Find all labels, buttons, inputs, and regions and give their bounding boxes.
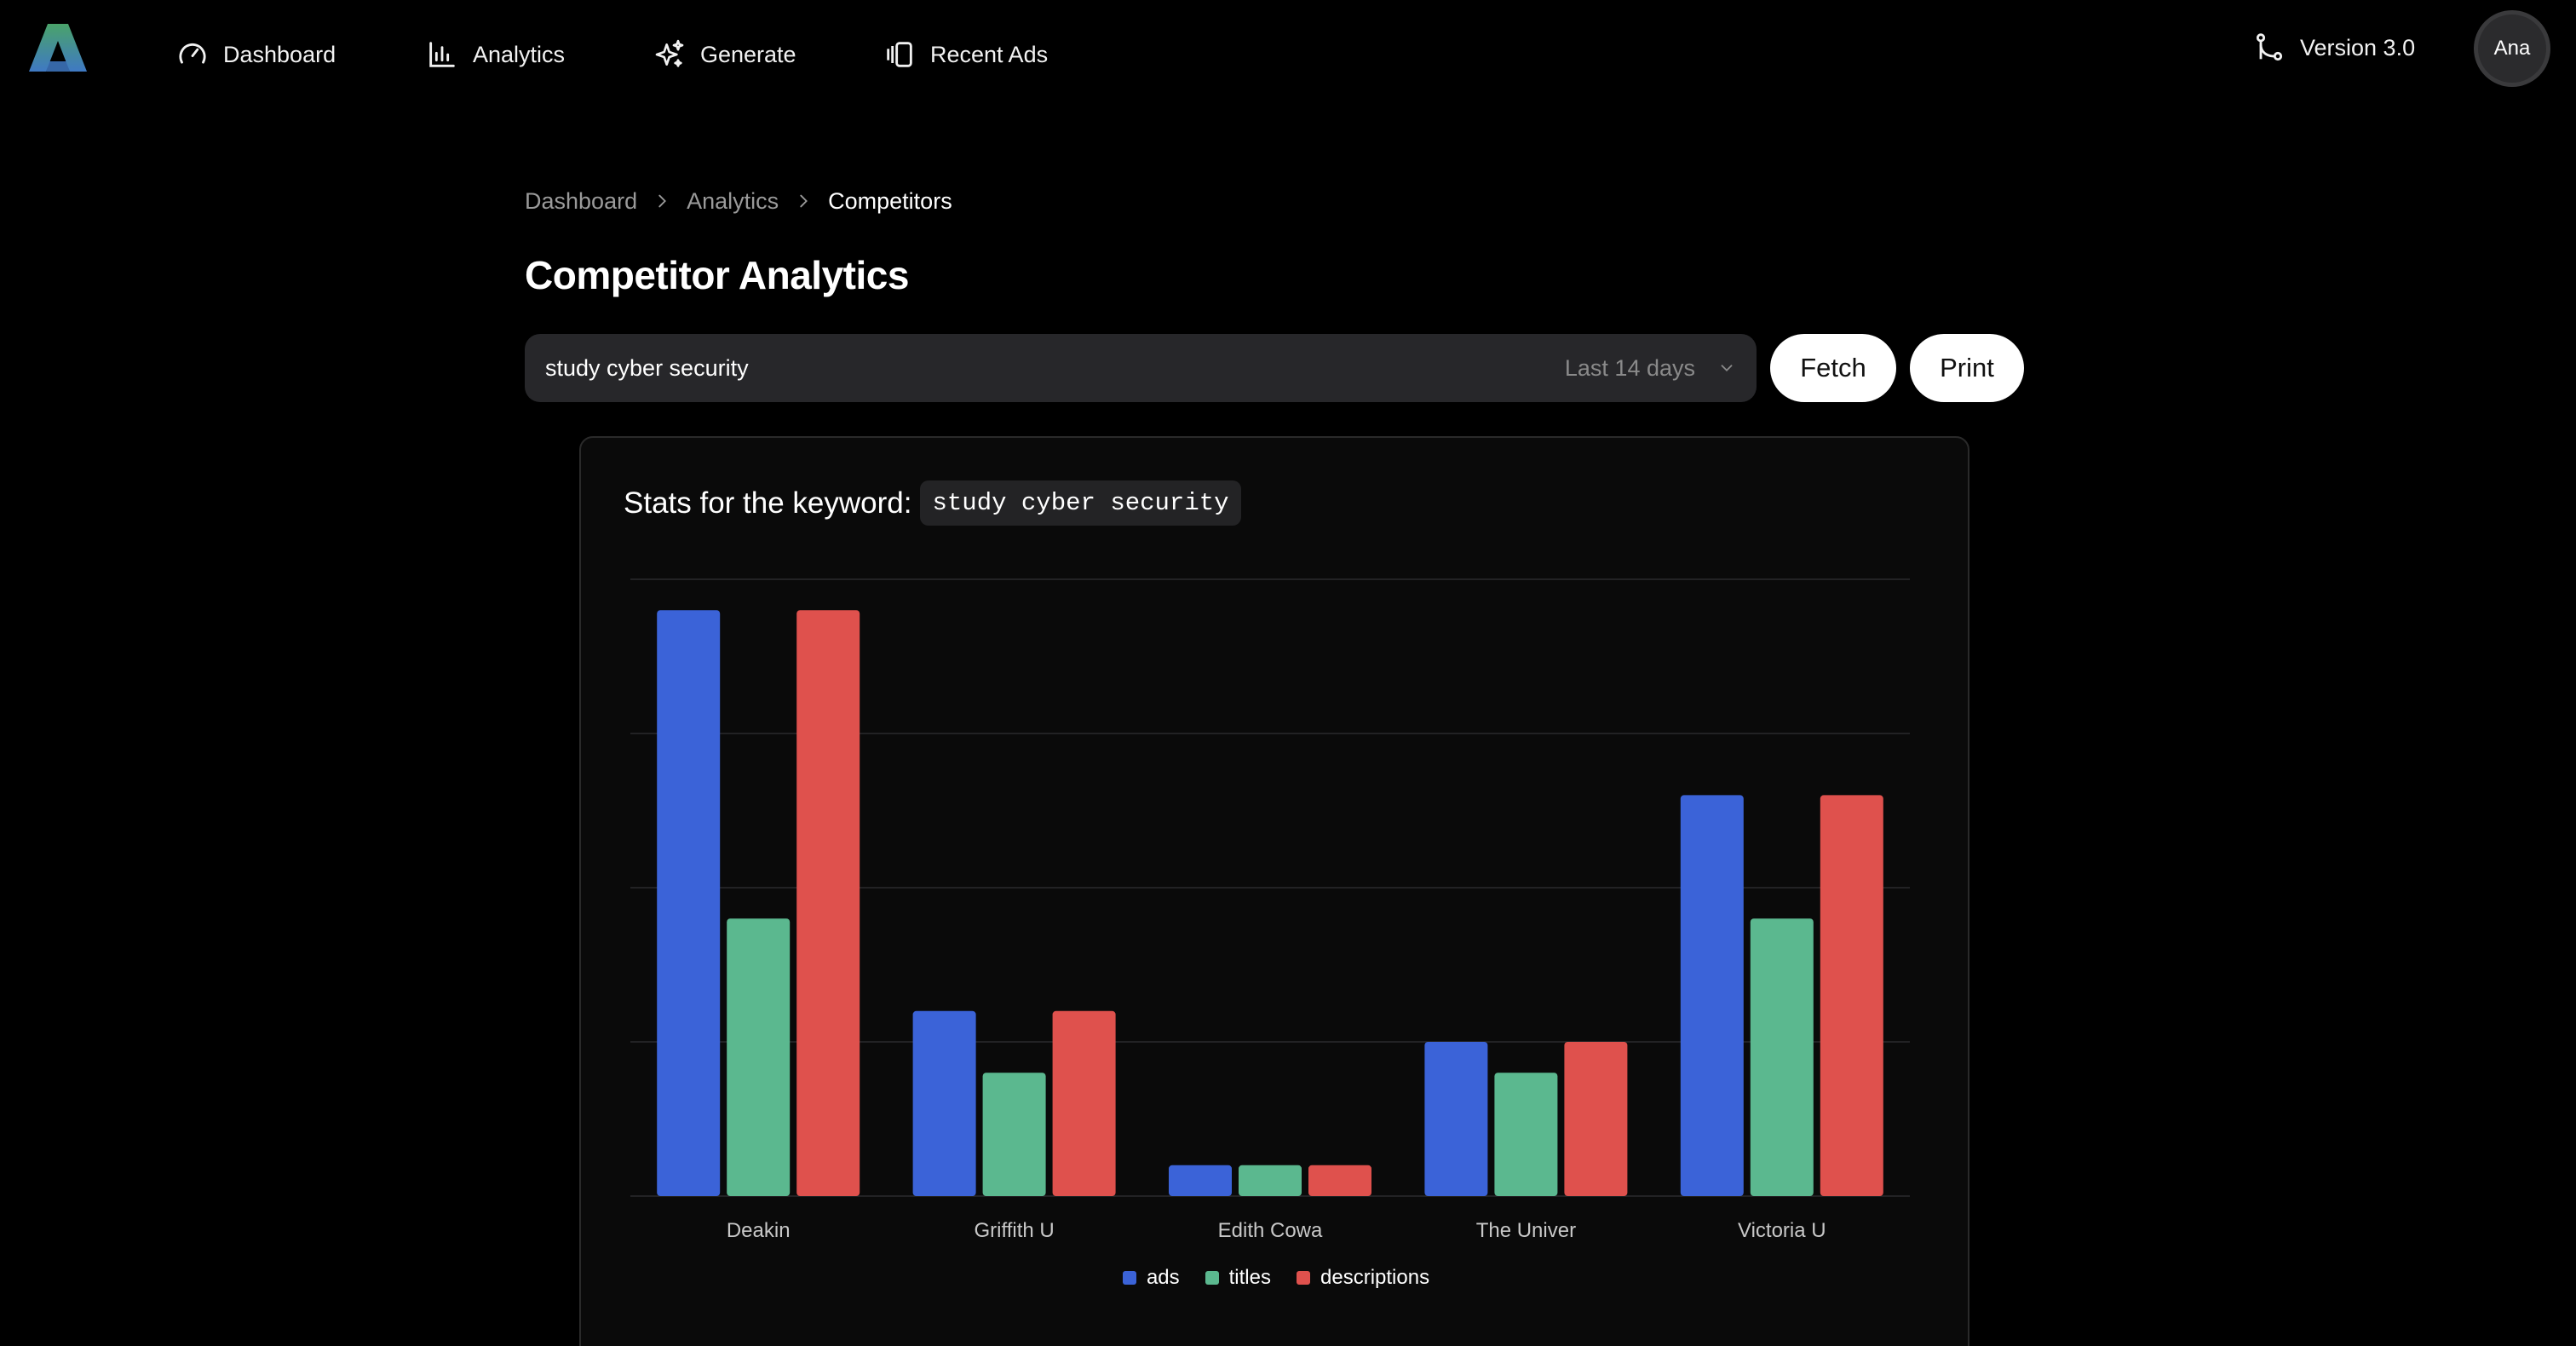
nav-generate-label: Generate [700,41,796,67]
version-link[interactable]: Version 3.0 [2252,26,2415,70]
bar-chart-icon [429,42,455,67]
legend-item-ads[interactable]: ads [1122,1266,1180,1290]
legend-label: descriptions [1320,1266,1430,1289]
date-range-value: Last 14 days [1564,354,1695,381]
legend-swatch [1205,1271,1219,1285]
date-range-select[interactable]: Last 14 days [1565,334,1736,402]
bar-descriptions-1[interactable] [1052,1010,1116,1196]
sparkles-icon [655,39,684,67]
bar-titles-1[interactable] [982,1073,1046,1196]
bar-ads-0[interactable] [657,610,721,1196]
top-navbar: Dashboard Analytics Generate Recent Ads … [0,0,2576,106]
breadcrumb: Dashboard Analytics Competitors [525,184,952,218]
bar-descriptions-4[interactable] [1820,795,1883,1196]
bar-descriptions-0[interactable] [796,610,860,1196]
nav-generate[interactable]: Generate [653,32,796,77]
bar-ads-3[interactable] [1424,1042,1488,1196]
x-tick-label: Griffith U [974,1219,1054,1242]
nav-dashboard-label: Dashboard [223,41,336,67]
chevron-right-icon [658,194,667,208]
nav-dashboard[interactable]: Dashboard [175,32,336,77]
git-branch-icon [2256,33,2283,61]
chevron-down-icon [1721,365,1733,372]
nav-recent-ads-label: Recent Ads [930,41,1049,67]
print-button[interactable]: Print [1910,334,2024,402]
bar-ads-1[interactable] [912,1010,976,1196]
gallery-icon [887,42,912,67]
legend-label: ads [1146,1266,1180,1289]
breadcrumb-dashboard[interactable]: Dashboard [525,188,637,215]
bar-ads-2[interactable] [1169,1165,1232,1196]
bar-ads-4[interactable] [1680,795,1744,1196]
bar-titles-3[interactable] [1494,1073,1558,1196]
nav-analytics[interactable]: Analytics [425,32,565,77]
breadcrumb-analytics[interactable]: Analytics [687,188,779,215]
bar-titles-4[interactable] [1750,918,1814,1196]
breadcrumb-competitors: Competitors [828,187,952,214]
nav-recent-ads[interactable]: Recent Ads [883,32,1048,77]
fetch-button[interactable]: Fetch [1770,334,1896,402]
legend-swatch [1297,1271,1310,1285]
x-tick-label: The Univer [1476,1219,1576,1242]
bar-titles-2[interactable] [1239,1165,1302,1196]
chevron-right-icon [800,194,808,208]
page-title: Competitor Analytics [525,253,909,297]
x-tick-label: Edith Cowa [1218,1219,1323,1242]
bar-titles-0[interactable] [727,918,791,1196]
page: Dashboard Analytics Generate Recent Ads … [0,0,2576,1346]
bar-descriptions-3[interactable] [1564,1042,1628,1196]
chart-legend: ads titles descriptions [581,1266,1971,1290]
legend-item-titles[interactable]: titles [1205,1266,1271,1290]
avatar-initials: Ana [2493,37,2531,60]
x-tick-label: Deakin [727,1219,791,1242]
user-avatar[interactable]: Ana [2474,10,2550,87]
version-label: Version 3.0 [2300,34,2416,60]
gauge-icon [179,43,206,64]
bar-descriptions-2[interactable] [1308,1165,1371,1196]
stats-card: Stats for the keyword: study cyber secur… [579,436,1969,1346]
legend-label: titles [1228,1266,1271,1289]
legend-item-descriptions[interactable]: descriptions [1297,1266,1429,1290]
app-logo-icon[interactable] [27,22,89,73]
x-tick-label: Victoria U [1738,1219,1826,1242]
competitor-bar-chart: Deakin Griffith U Edith Cowa The Univer Vict… [630,578,1910,1242]
nav-analytics-label: Analytics [473,41,566,67]
keyword-input[interactable] [545,334,1465,402]
keyword-search-box: Last 14 days [525,334,1757,402]
legend-swatch [1122,1271,1136,1285]
